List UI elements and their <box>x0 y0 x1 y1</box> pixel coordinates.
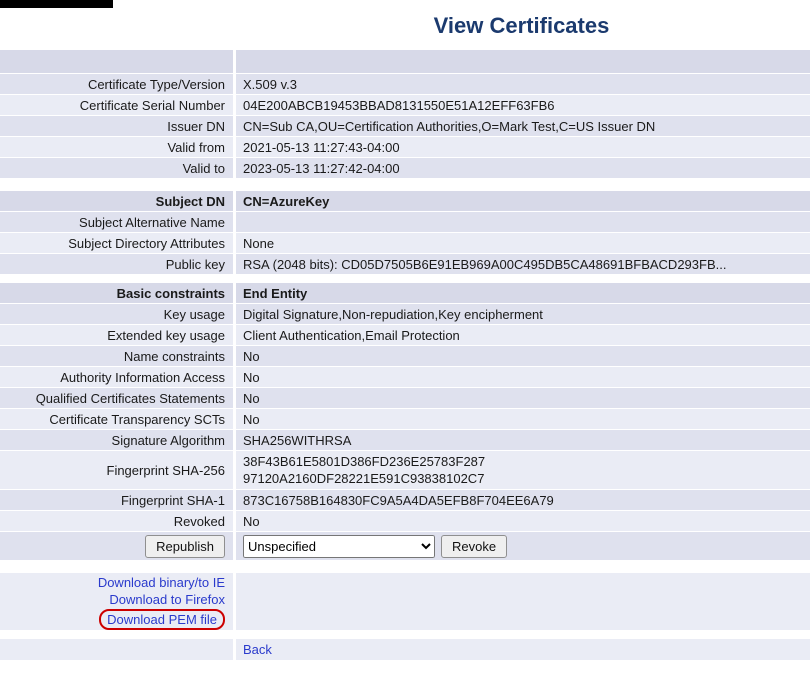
pem-highlight-ring: Download PEM file <box>99 609 225 630</box>
table-row: Qualified Certificates Statements No <box>0 388 810 408</box>
action-row: Republish Unspecified Revoke <box>0 532 810 560</box>
download-row: Download binary/to IE Download to Firefo… <box>0 573 810 630</box>
table-section-header: Basic constraints End Entity <box>0 283 810 303</box>
table-row: Authority Information Access No <box>0 367 810 387</box>
table-row: Subject Alternative Name <box>0 212 810 232</box>
row-label: Public key <box>0 254 233 274</box>
row-value: X.509 v.3 <box>236 74 810 94</box>
table-row: Fingerprint SHA-256 38F43B61E5801D386FD2… <box>0 451 810 489</box>
back-row: Back <box>0 639 810 660</box>
row-label: Certificate Transparency SCTs <box>0 409 233 429</box>
row-label: Name constraints <box>0 346 233 366</box>
row-label: Signature Algorithm <box>0 430 233 450</box>
row-label: Issuer DN <box>0 116 233 136</box>
fingerprint-sha256-line2: 97120A2160DF28221E591C93838102C7 <box>243 470 484 487</box>
section-gap <box>0 179 810 191</box>
row-value: 2023-05-13 11:27:42-04:00 <box>236 158 810 178</box>
table-row: Fingerprint SHA-1 873C16758B164830FC9A5A… <box>0 490 810 510</box>
row-label: Subject Directory Attributes <box>0 233 233 253</box>
row-value: No <box>236 511 810 531</box>
row-label: Qualified Certificates Statements <box>0 388 233 408</box>
row-label: Authority Information Access <box>0 367 233 387</box>
row-value: No <box>236 388 810 408</box>
row-value: Digital Signature,Non-repudiation,Key en… <box>236 304 810 324</box>
action-row-left: Republish <box>0 532 233 560</box>
download-row-spacer <box>236 573 810 630</box>
row-value: No <box>236 409 810 429</box>
row-value: 873C16758B164830FC9A5A4DA5EFB8F704EE6A79 <box>236 490 810 510</box>
download-links: Download binary/to IE Download to Firefo… <box>0 573 233 630</box>
back-row-right: Back <box>236 639 810 660</box>
row-value: 04E200ABCB19453BBAD8131550E51A12EFF63FB6 <box>236 95 810 115</box>
row-value: SHA256WITHRSA <box>236 430 810 450</box>
certificate-table: Certificate Type/Version X.509 v.3 Certi… <box>0 50 810 660</box>
table-row: Issuer DN CN=Sub CA,OU=Certification Aut… <box>0 116 810 136</box>
row-value: None <box>236 233 810 253</box>
row-label: Certificate Type/Version <box>0 74 233 94</box>
download-firefox-link[interactable]: Download to Firefox <box>109 591 225 608</box>
row-label: Subject Alternative Name <box>0 212 233 232</box>
section-gap <box>0 561 810 573</box>
section-gap <box>0 631 810 639</box>
row-value: End Entity <box>236 283 810 303</box>
fingerprint-sha256-line1: 38F43B61E5801D386FD236E25783F287 <box>243 453 485 470</box>
row-value: Client Authentication,Email Protection <box>236 325 810 345</box>
back-row-left <box>0 639 233 660</box>
download-binary-ie-link[interactable]: Download binary/to IE <box>98 574 225 591</box>
table-section-header <box>0 50 810 73</box>
row-value: 38F43B61E5801D386FD236E25783F287 97120A2… <box>236 451 810 489</box>
table-row: Revoked No <box>0 511 810 531</box>
table-row: Certificate Transparency SCTs No <box>0 409 810 429</box>
row-label: Key usage <box>0 304 233 324</box>
download-pem-link[interactable]: Download PEM file <box>107 612 217 627</box>
row-label: Subject DN <box>0 191 233 211</box>
row-label: Extended key usage <box>0 325 233 345</box>
row-value <box>236 212 810 232</box>
row-label: Fingerprint SHA-256 <box>0 451 233 489</box>
header: View Certificates <box>0 0 810 50</box>
table-row: Subject Directory Attributes None <box>0 233 810 253</box>
table-row: Signature Algorithm SHA256WITHRSA <box>0 430 810 450</box>
row-value: No <box>236 367 810 387</box>
table-row: Extended key usage Client Authentication… <box>0 325 810 345</box>
table-row: Public key RSA (2048 bits): CD05D7505B6E… <box>0 254 810 274</box>
row-value <box>236 50 810 73</box>
row-label: Certificate Serial Number <box>0 95 233 115</box>
row-value: CN=AzureKey <box>236 191 810 211</box>
row-label: Valid from <box>0 137 233 157</box>
table-row: Certificate Type/Version X.509 v.3 <box>0 74 810 94</box>
row-value: 2021-05-13 11:27:43-04:00 <box>236 137 810 157</box>
back-link[interactable]: Back <box>243 642 272 657</box>
row-label: Valid to <box>0 158 233 178</box>
table-row: Valid to 2023-05-13 11:27:42-04:00 <box>0 158 810 178</box>
revocation-reason-select[interactable]: Unspecified <box>243 535 435 558</box>
row-label <box>0 50 233 73</box>
table-row: Valid from 2021-05-13 11:27:43-04:00 <box>0 137 810 157</box>
page-title: View Certificates <box>233 13 810 39</box>
table-section-header: Subject DN CN=AzureKey <box>0 191 810 211</box>
section-gap <box>0 275 810 283</box>
revoke-button[interactable]: Revoke <box>441 535 507 558</box>
row-label: Basic constraints <box>0 283 233 303</box>
table-row: Certificate Serial Number 04E200ABCB1945… <box>0 95 810 115</box>
table-row: Name constraints No <box>0 346 810 366</box>
action-row-right: Unspecified Revoke <box>236 532 810 560</box>
row-label: Fingerprint SHA-1 <box>0 490 233 510</box>
row-label: Revoked <box>0 511 233 531</box>
table-row: Key usage Digital Signature,Non-repudiat… <box>0 304 810 324</box>
republish-button[interactable]: Republish <box>145 535 225 558</box>
row-value: CN=Sub CA,OU=Certification Authorities,O… <box>236 116 810 136</box>
row-value: RSA (2048 bits): CD05D7505B6E91EB969A00C… <box>236 254 810 274</box>
row-value: No <box>236 346 810 366</box>
top-left-frame-artifact <box>0 0 113 8</box>
